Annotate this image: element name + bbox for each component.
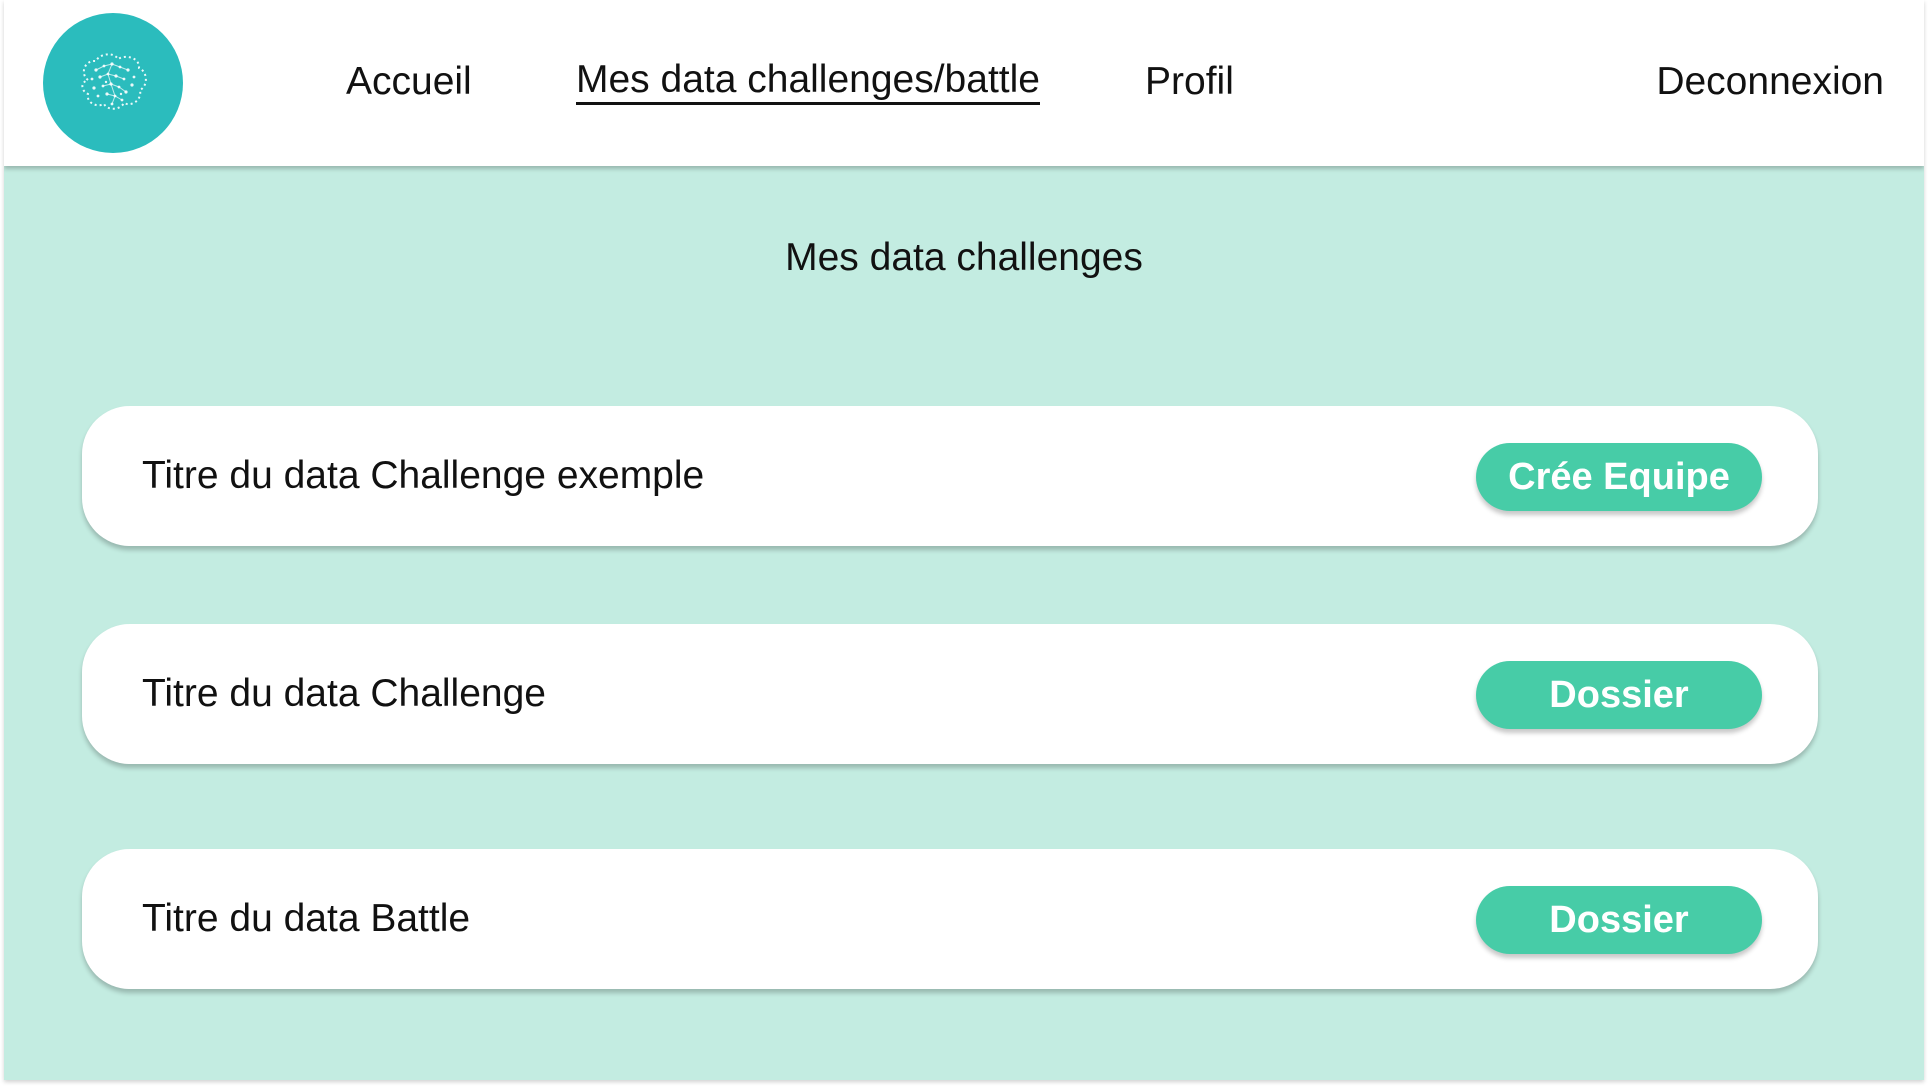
- battle-card: Titre du data Battle Dossier: [82, 849, 1818, 989]
- logo[interactable]: [43, 13, 183, 153]
- nav-link-accueil[interactable]: Accueil: [346, 58, 472, 106]
- create-team-button[interactable]: Crée Equipe: [1476, 443, 1762, 511]
- brain-icon: [81, 53, 147, 110]
- nav-link-mes-data-challenges[interactable]: Mes data challenges/battle: [576, 58, 1040, 105]
- navbar: Accueil Mes data challenges/battle Profi…: [4, 0, 1924, 166]
- challenge-card: Titre du data Challenge Dossier: [82, 624, 1818, 764]
- challenge-card: Titre du data Challenge exemple Crée Equ…: [82, 406, 1818, 546]
- app-frame: Accueil Mes data challenges/battle Profi…: [4, 0, 1924, 1080]
- nav-link-profil[interactable]: Profil: [1145, 58, 1234, 106]
- dossier-button[interactable]: Dossier: [1476, 886, 1762, 954]
- page-title: Mes data challenges: [785, 236, 1143, 279]
- card-title: Titre du data Challenge exemple: [142, 454, 705, 497]
- card-title: Titre du data Challenge: [142, 672, 546, 715]
- dossier-button[interactable]: Dossier: [1476, 661, 1762, 729]
- logout-link[interactable]: Deconnexion: [1656, 58, 1884, 106]
- card-title: Titre du data Battle: [142, 897, 471, 940]
